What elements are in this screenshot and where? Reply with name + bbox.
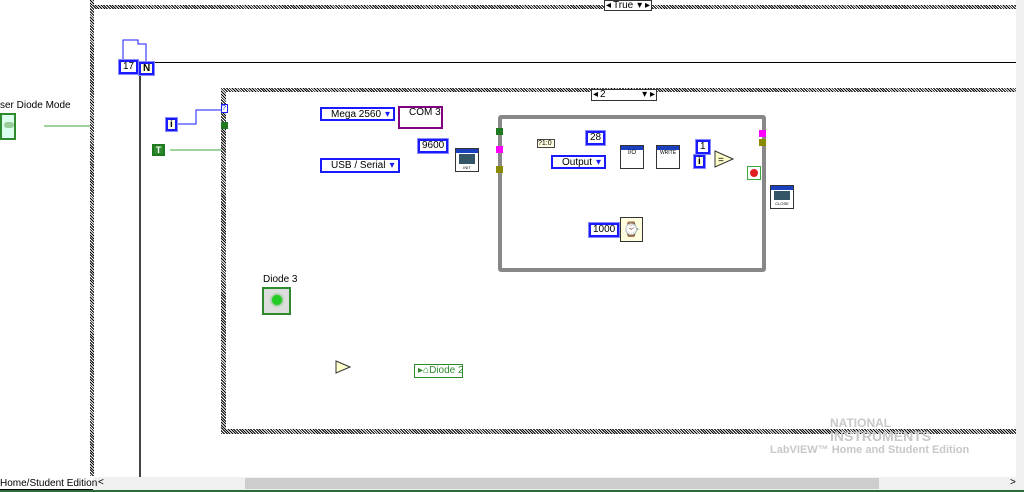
- io-node-label: I/O: [627, 150, 636, 156]
- arduino-close-node[interactable]: CLOSE: [770, 185, 794, 209]
- watermark-line2: INSTRUMENTS: [830, 428, 932, 444]
- vertical-scrollbar[interactable]: [1016, 0, 1024, 477]
- board-type-enum[interactable]: Mega 2560: [320, 107, 396, 121]
- arduino-digital-write-node[interactable]: WRITE: [656, 145, 680, 169]
- scroll-right-arrow[interactable]: >: [1010, 477, 1016, 488]
- pin-number-constant[interactable]: 28: [584, 130, 607, 146]
- compare-constant[interactable]: 1: [695, 139, 711, 155]
- led-icon: [272, 295, 282, 305]
- scroll-left-arrow[interactable]: <: [98, 477, 104, 488]
- connection-type-enum[interactable]: USB / Serial: [320, 158, 400, 173]
- laser-diode-mode-label: ser Diode Mode: [0, 100, 71, 111]
- stop-condition-terminal: [747, 166, 761, 180]
- diode2-label: Diode 2: [429, 365, 464, 376]
- wait-ms-clock-icon: ⌚: [620, 217, 643, 242]
- for-loop-top-border: [139, 62, 1016, 63]
- write-node-label: WRITE: [659, 150, 677, 156]
- baud-rate-constant[interactable]: 9600: [416, 138, 450, 154]
- shift-error-tunnel-right: [759, 139, 766, 146]
- arduino-init-node[interactable]: INIT: [455, 148, 479, 172]
- stop-icon: [750, 169, 758, 177]
- loop-count-constant[interactable]: 17: [117, 59, 140, 75]
- equal-function-icon: =: [714, 150, 734, 168]
- init-node-label: INIT: [463, 165, 471, 170]
- not-function-icon: [335, 360, 351, 374]
- for-loop-count-terminal[interactable]: N: [137, 61, 156, 76]
- outer-case-structure-top-border: [90, 5, 1016, 9]
- outer-case-selector[interactable]: True: [604, 0, 652, 11]
- tunnel: [221, 122, 228, 129]
- status-bar-text: Home/Student Edition: [0, 477, 98, 490]
- true-constant[interactable]: T: [152, 144, 165, 156]
- while-iteration-terminal: i: [693, 154, 706, 169]
- for-iteration-terminal: i: [165, 117, 178, 132]
- pin-mode-enum[interactable]: Output: [551, 155, 607, 169]
- watermark-line3: LabVIEW™ Home and Student Edition: [770, 444, 970, 456]
- while-error-tunnel: [496, 166, 503, 173]
- ni-watermark: NATIONAL INSTRUMENTS LabVIEW™ Home and S…: [770, 417, 970, 457]
- select-function-icon: ?1:0: [537, 139, 555, 148]
- while-boolean-tunnel: [496, 128, 503, 135]
- visa-resource-constant[interactable]: COM 3: [398, 106, 443, 129]
- visa-resource-value: COM 3: [409, 107, 441, 118]
- shift-resource-tunnel-right: [759, 130, 766, 137]
- scrollbar-thumb[interactable]: [245, 478, 879, 489]
- toggle-icon: [4, 122, 14, 128]
- case-selector-terminal: ?: [221, 104, 228, 113]
- close-node-label: CLOSE: [775, 201, 789, 206]
- inner-case-selector[interactable]: 2: [591, 89, 657, 101]
- diode2-local-variable[interactable]: ▸⌂Diode 2: [414, 364, 464, 378]
- laser-diode-mode-control[interactable]: [0, 113, 16, 140]
- horizontal-scrollbar[interactable]: < >: [93, 477, 1024, 490]
- for-loop-left-border: [139, 62, 141, 478]
- svg-text:=: =: [718, 155, 724, 166]
- wait-ms-constant[interactable]: 1000: [587, 222, 621, 238]
- diode3-indicator: [262, 287, 291, 315]
- while-resource-tunnel: [496, 146, 503, 153]
- outer-case-structure-left-border: [90, 0, 94, 476]
- arduino-set-digital-pin-mode-node[interactable]: I/O: [620, 145, 644, 169]
- diode3-label: Diode 3: [263, 274, 298, 285]
